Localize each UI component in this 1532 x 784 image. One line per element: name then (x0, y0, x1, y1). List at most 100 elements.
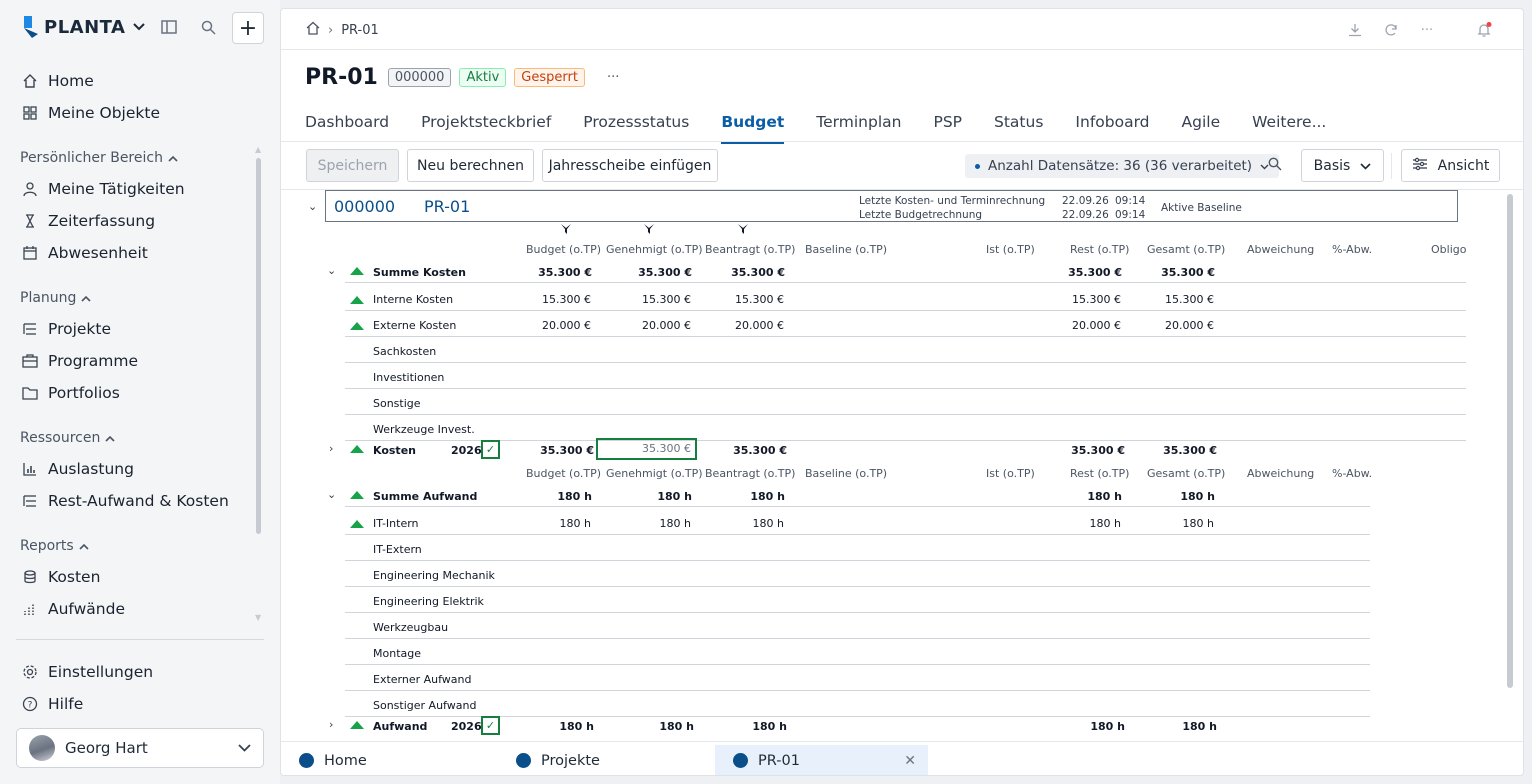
tab-projektsteckbrief[interactable]: Projektsteckbrief (421, 113, 551, 143)
search-icon[interactable] (1268, 157, 1282, 175)
scroll-up-icon[interactable]: ▲ (255, 145, 261, 154)
bell-icon[interactable] (1475, 21, 1493, 39)
nav-kosten[interactable]: Kosten (22, 565, 100, 589)
insert-year-button[interactable]: Jahresscheibe einfügen (542, 149, 718, 182)
tab-agile[interactable]: Agile (1182, 113, 1221, 143)
table-row[interactable]: IT-Extern (281, 536, 1481, 562)
nav-einstellungen[interactable]: Einstellungen (22, 660, 153, 684)
avatar (29, 735, 55, 761)
col-ist: Ist (o.TP) (986, 243, 1035, 256)
approved-input[interactable]: 35.300 € (596, 438, 697, 460)
section-persoenlich[interactable]: Persönlicher Bereich (20, 150, 178, 166)
last-cost-label: Letzte Kosten- und Terminrechnung (859, 195, 1046, 207)
tab-prozessstatus[interactable]: Prozessstatus (583, 113, 689, 143)
home-icon[interactable] (306, 21, 320, 39)
col-budget: Budget (o.TP) (526, 243, 602, 256)
basis-dropdown[interactable]: Basis (1301, 149, 1384, 182)
table-row[interactable]: Sachkosten (281, 338, 1481, 364)
nav-hilfe[interactable]: ? Hilfe (22, 692, 83, 716)
table-row[interactable]: Sonstige (281, 390, 1481, 416)
chevron-up-icon (168, 150, 178, 166)
recalculate-button[interactable]: Neu berechnen (407, 149, 534, 182)
bottom-tab-home[interactable]: Home (281, 745, 491, 775)
coins-icon (22, 569, 38, 585)
nav-projekte[interactable]: Projekte (22, 317, 111, 341)
divider (345, 612, 1370, 613)
nav-zeiterfassung[interactable]: Zeiterfassung (22, 209, 155, 233)
section-planung[interactable]: Planung (20, 290, 91, 306)
tab-infoboard[interactable]: Infoboard (1075, 113, 1149, 143)
search-icon[interactable] (197, 16, 219, 38)
grid-scrollbar[interactable] (1507, 194, 1513, 688)
table-row[interactable]: Externe Kosten 20.000 € 20.000 € 20.000 € 20… (281, 312, 1481, 338)
last-cost-date: 22.09.26 (1062, 195, 1109, 207)
table-row[interactable]: Werkzeugbau (281, 614, 1481, 640)
table-row[interactable]: Engineering Elektrik (281, 588, 1481, 614)
tab-budget[interactable]: Budget (721, 113, 784, 144)
col-abweichung: Abweichung (1247, 467, 1315, 480)
table-row[interactable]: Engineering Mechanik (281, 562, 1481, 588)
nav-programme[interactable]: Programme (22, 349, 138, 373)
table-row[interactable]: Sonstiger Aufwand (281, 692, 1481, 718)
divider (345, 336, 1466, 337)
sidebar-toggle-icon[interactable] (158, 16, 180, 38)
table-row[interactable]: IT-Intern 180 h 180 h 180 h 180 h 180 h (281, 510, 1481, 536)
divider (345, 282, 1466, 283)
nav-auslastung[interactable]: Auslastung (22, 457, 134, 481)
collapse-chevron-icon[interactable]: ⌄ (308, 200, 317, 213)
col-rest: Rest (o.TP) (1070, 467, 1130, 480)
checkbox[interactable]: ✓ (481, 440, 500, 459)
filter-icon[interactable] (560, 223, 572, 238)
table-row[interactable]: Interne Kosten 15.300 € 15.300 € 15.300 € 15… (281, 286, 1481, 312)
chevron-down-icon (1360, 158, 1371, 174)
top-bar: › PR-01 ··· (281, 9, 1523, 50)
sidebar-scrollbar[interactable] (256, 158, 261, 534)
more-icon[interactable]: ··· (1418, 21, 1436, 39)
save-button[interactable]: Speichern (306, 149, 399, 182)
nav-home[interactable]: Home (22, 69, 94, 93)
nav-aufwaende[interactable]: Aufwände (22, 597, 125, 621)
user-menu[interactable]: Georg Hart (16, 728, 264, 768)
home-icon (22, 73, 38, 89)
nav-abwesenheit[interactable]: Abwesenheit (22, 241, 148, 265)
more-menu-button[interactable]: ··· (607, 70, 619, 85)
bottom-tab-pr01[interactable]: PR-01 ✕ (715, 745, 928, 775)
col-prozent-abw: %-Abw. (1332, 467, 1373, 480)
table-row[interactable]: Werkzeuge Invest. (281, 416, 1481, 442)
brand-logo[interactable]: PLANTA (22, 14, 146, 40)
table-row[interactable]: Externer Aufwand (281, 666, 1481, 692)
bottom-tab-projekte[interactable]: Projekte (498, 745, 708, 775)
nav-portfolios[interactable]: Portfolios (22, 381, 120, 405)
checkbox[interactable]: ✓ (481, 716, 500, 735)
tab-weitere[interactable]: Weitere... (1252, 113, 1326, 143)
grid-icon (22, 105, 38, 121)
active-baseline-label: Aktive Baseline (1161, 202, 1242, 214)
table-row[interactable]: Investitionen (281, 364, 1481, 390)
add-button[interactable]: + (232, 12, 264, 44)
records-counter[interactable]: Anzahl Datensätze: 36 (36 verarbeitet) (965, 154, 1280, 178)
scroll-down-icon[interactable]: ▼ (255, 613, 261, 622)
row-label: Engineering Elektrik (373, 595, 484, 608)
section-reports[interactable]: Reports (20, 538, 89, 554)
nav-label: Einstellungen (48, 663, 154, 681)
tab-terminplan[interactable]: Terminplan (816, 113, 901, 143)
last-cost-time: 09:14 (1115, 195, 1146, 207)
nav-meine-taetigkeiten[interactable]: Meine Tätigkeiten (22, 177, 185, 201)
table-row[interactable]: Montage (281, 640, 1481, 666)
tab-dashboard[interactable]: Dashboard (305, 113, 389, 143)
chevron-down-icon[interactable] (133, 20, 146, 35)
view-button[interactable]: Ansicht (1401, 149, 1500, 182)
nav-rest-aufwand[interactable]: Rest-Aufwand & Kosten (22, 489, 229, 513)
download-icon[interactable] (1346, 21, 1364, 39)
brand-name: PLANTA (44, 16, 126, 38)
requested-value: 180 h (752, 517, 784, 530)
tab-psp[interactable]: PSP (933, 113, 962, 143)
divider (345, 664, 1370, 665)
tab-status[interactable]: Status (994, 113, 1043, 143)
filter-icon[interactable] (737, 223, 749, 238)
filter-icon[interactable] (643, 223, 655, 238)
nav-meine-objekte[interactable]: Meine Objekte (22, 101, 160, 125)
section-ressourcen[interactable]: Ressourcen (20, 430, 115, 446)
refresh-icon[interactable] (1382, 21, 1400, 39)
close-icon[interactable]: ✕ (904, 753, 916, 769)
